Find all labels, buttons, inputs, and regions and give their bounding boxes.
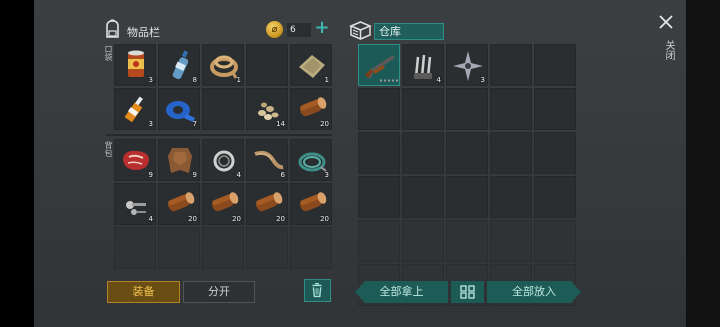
backpack-slot[interactable]: 20 [202, 183, 244, 225]
pocket-slot[interactable] [246, 44, 288, 86]
coin-icon: ⌀ [266, 21, 283, 38]
backpack-slot[interactable] [158, 227, 200, 269]
warehouse-slot[interactable] [534, 44, 576, 86]
item-count: 20 [188, 215, 197, 223]
pocket-slot[interactable] [202, 88, 244, 130]
item-count: 20 [232, 215, 241, 223]
item-count: 4 [236, 171, 241, 179]
warehouse-slot[interactable] [358, 176, 400, 218]
sort-grid-icon [460, 285, 475, 299]
pocket-slot[interactable]: 7 [158, 88, 200, 130]
item-count: 14 [276, 120, 285, 128]
warehouse-slot[interactable] [402, 88, 444, 130]
item-count: 3 [324, 171, 329, 179]
backpack-slot[interactable]: 20 [158, 183, 200, 225]
add-coins-button[interactable]: + [313, 19, 331, 37]
inventory-title: 物品栏 [127, 26, 160, 39]
backpack-slot[interactable]: 20 [290, 183, 332, 225]
section-divider [106, 134, 332, 136]
warehouse-slot[interactable] [534, 176, 576, 218]
pocket-slot[interactable]: 8 [158, 44, 200, 86]
durability-dots [379, 79, 399, 82]
backpack-slot[interactable] [114, 227, 156, 269]
trash-button[interactable] [304, 279, 331, 302]
warehouse-slot[interactable]: 3 [446, 44, 488, 86]
pocket-slot[interactable]: 1 [290, 44, 332, 86]
close-icon[interactable] [657, 13, 675, 31]
warehouse-slot[interactable] [446, 176, 488, 218]
backpack-slot[interactable]: 4 [114, 183, 156, 225]
warehouse-slot[interactable] [490, 132, 532, 174]
warehouse-slot[interactable] [358, 132, 400, 174]
split-button[interactable]: 分开 [183, 281, 255, 303]
pocket-slot[interactable]: 14 [246, 88, 288, 130]
backpack-slot[interactable] [246, 227, 288, 269]
item-count: 20 [320, 120, 329, 128]
warehouse-slot[interactable] [534, 132, 576, 174]
warehouse-slot[interactable] [490, 44, 532, 86]
pocket-slot[interactable]: 3 [114, 88, 156, 130]
close-label[interactable]: 关闭 [660, 40, 674, 60]
backpack-slot[interactable]: 4 [202, 139, 244, 181]
warehouse-slot[interactable] [490, 220, 532, 262]
pocket-slot[interactable]: 20 [290, 88, 332, 130]
item-count: 1 [236, 76, 241, 84]
warehouse-slot[interactable] [402, 132, 444, 174]
backpack-slot[interactable]: 9 [158, 139, 200, 181]
warehouse-slot[interactable] [446, 88, 488, 130]
item-count: 4 [148, 215, 153, 223]
pocket-label: 口袋 [104, 45, 113, 61]
backpack-slot[interactable]: 6 [246, 139, 288, 181]
screen-edge [686, 0, 720, 327]
equip-button[interactable]: 装备 [107, 281, 180, 303]
pocket-slot[interactable]: 3 [114, 44, 156, 86]
item-count: 3 [148, 120, 153, 128]
warehouse-slot[interactable] [534, 88, 576, 130]
coin-count: 6 [287, 23, 311, 37]
backpack-slot[interactable]: 3 [290, 139, 332, 181]
warehouse-slot[interactable] [402, 220, 444, 262]
warehouse-slot[interactable] [446, 220, 488, 262]
trash-icon [312, 282, 322, 298]
warehouse-slot[interactable] [358, 88, 400, 130]
item-count: 9 [192, 171, 197, 179]
item-count: 3 [148, 76, 153, 84]
item-count: 6 [280, 171, 285, 179]
warehouse-slot[interactable] [534, 220, 576, 262]
backpack-slot[interactable]: 20 [246, 183, 288, 225]
item-count: 8 [192, 76, 197, 84]
warehouse-slot[interactable] [358, 44, 400, 86]
item-count: 4 [436, 76, 441, 84]
pocket-slot[interactable]: 1 [202, 44, 244, 86]
warehouse-slot[interactable]: 4 [402, 44, 444, 86]
item-count: 20 [320, 215, 329, 223]
item-count: 3 [480, 76, 485, 84]
item-count: 1 [324, 76, 329, 84]
backpack-icon [106, 19, 119, 38]
backpack-slot[interactable]: 9 [114, 139, 156, 181]
item-count: 20 [276, 215, 285, 223]
sort-button[interactable] [451, 281, 484, 303]
put-all-button[interactable]: 全部放入 [487, 281, 581, 303]
warehouse-box-icon [349, 21, 372, 40]
item-count: 7 [192, 120, 197, 128]
backpack-label: 背包 [104, 141, 113, 157]
warehouse-slot[interactable] [446, 132, 488, 174]
warehouse-title: 仓库 [374, 23, 444, 40]
warehouse-slot[interactable] [490, 88, 532, 130]
warehouse-slot[interactable] [358, 220, 400, 262]
game-screen: 物品栏 ⌀ 6 + 仓库 关闭 口袋 背包 3 8 1 1 3 7 14 20 9 9 4 6 3 4 20… [0, 0, 720, 327]
warehouse-slot[interactable] [402, 176, 444, 218]
backpack-slot[interactable] [290, 227, 332, 269]
item-count: 9 [148, 171, 153, 179]
warehouse-slot[interactable] [490, 176, 532, 218]
backpack-slot[interactable] [202, 227, 244, 269]
take-all-button[interactable]: 全部拿上 [355, 281, 448, 303]
